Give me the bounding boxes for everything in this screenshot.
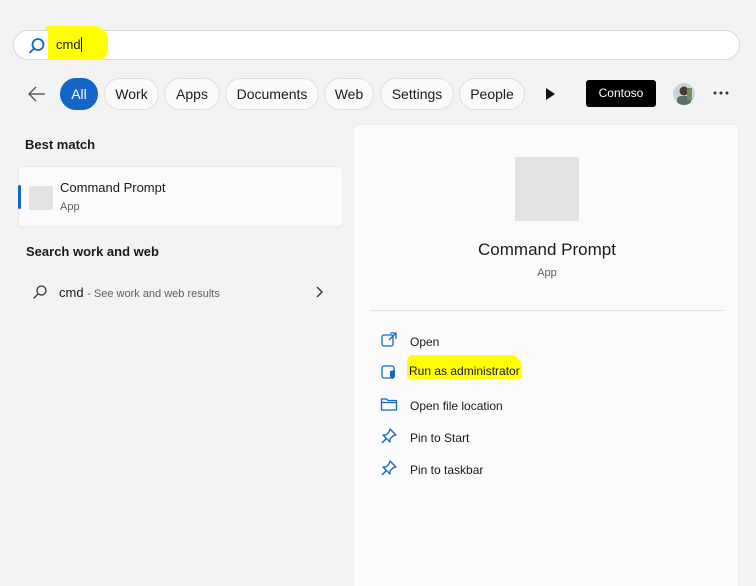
tab-people[interactable]: People	[459, 78, 525, 110]
app-large-icon	[515, 157, 579, 221]
back-arrow-icon[interactable]	[26, 84, 48, 104]
web-query-suffix: - See work and web results	[87, 288, 220, 300]
tab-all[interactable]: All	[60, 78, 98, 110]
app-icon	[29, 186, 53, 210]
action-label: Open file location	[410, 399, 503, 413]
tab-work[interactable]: Work	[104, 78, 159, 110]
best-match-name: Command Prompt	[60, 180, 166, 195]
more-options-icon[interactable]	[712, 90, 730, 96]
selection-indicator	[18, 185, 21, 209]
action-label-overlay: Run as administrator	[409, 364, 520, 378]
admin-shield-icon	[381, 365, 395, 379]
web-query-text: cmd	[59, 285, 84, 300]
best-match-heading: Best match	[25, 137, 96, 152]
action-label: Pin to taskbar	[410, 463, 484, 477]
search-icon	[33, 285, 47, 299]
action-open[interactable]: Open	[378, 329, 718, 353]
action-pin-to-taskbar[interactable]: Pin to taskbar	[378, 457, 718, 481]
search-input[interactable]: cmd	[56, 37, 82, 52]
detail-app-name: Command Prompt	[478, 240, 616, 259]
web-result-item[interactable]: cmd - See work and web results	[18, 278, 343, 308]
action-open-file-location[interactable]: Open file location	[378, 393, 718, 417]
tab-web[interactable]: Web	[324, 78, 374, 110]
folder-icon	[380, 398, 398, 411]
action-label: Open	[410, 335, 440, 349]
divider	[370, 310, 724, 311]
tab-documents[interactable]: Documents	[225, 78, 319, 110]
search-query-text: cmd	[56, 37, 81, 52]
play-icon[interactable]	[543, 86, 557, 102]
org-badge[interactable]: Contoso	[586, 80, 656, 107]
pin-icon	[381, 428, 397, 444]
tab-apps[interactable]: Apps	[164, 78, 220, 110]
detail-app-type: App	[537, 267, 557, 279]
text-caret	[80, 37, 82, 52]
avatar[interactable]	[673, 83, 695, 105]
best-match-type: App	[60, 201, 80, 213]
chevron-right-icon[interactable]	[314, 286, 324, 298]
open-external-icon	[381, 332, 397, 347]
filter-bar: All Work Apps Documents Web Settings Peo…	[0, 78, 756, 110]
pin-icon	[381, 460, 397, 476]
action-pin-to-start[interactable]: Pin to Start	[378, 425, 718, 449]
tab-settings[interactable]: Settings	[380, 78, 454, 110]
best-match-item[interactable]: Command Prompt App	[18, 166, 343, 227]
action-label: Pin to Start	[410, 431, 470, 445]
web-section-heading: Search work and web	[26, 244, 159, 259]
